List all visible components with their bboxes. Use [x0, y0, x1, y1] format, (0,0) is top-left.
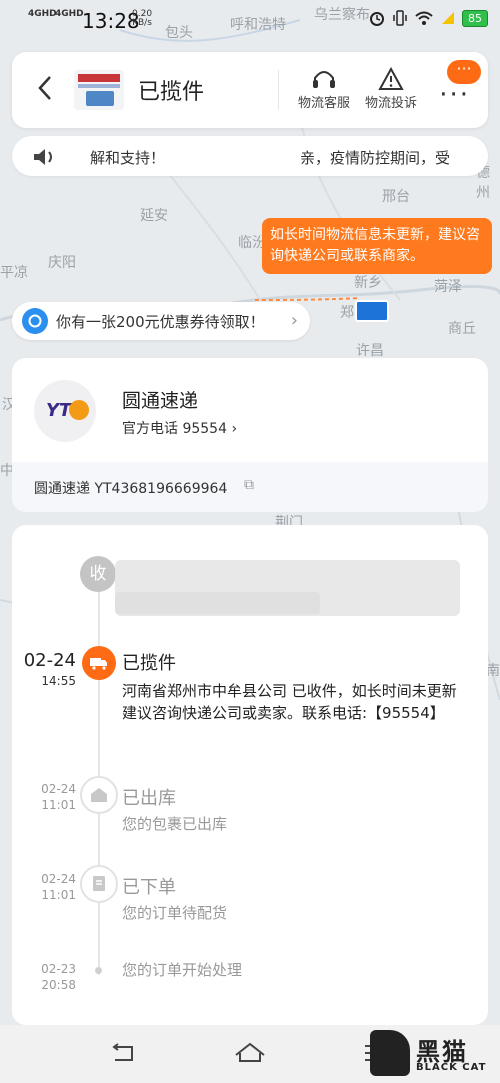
- ordered-node: [80, 865, 118, 903]
- black-cat-logo: [370, 1030, 410, 1076]
- thumbnail-package: [86, 91, 114, 106]
- courier-phone-label: 官方电话 95554: [122, 421, 227, 437]
- watermark-sub: BLACK CAT: [416, 1062, 487, 1073]
- watermark: 黑猫 BLACK CAT: [364, 1030, 492, 1080]
- notice-text-right: 亲，疫情防控期间，受: [300, 149, 451, 167]
- thumbnail-banner: [78, 74, 120, 82]
- document-icon: [93, 876, 105, 891]
- truck-marker: [355, 300, 389, 322]
- map-city-label: 庆阳: [48, 255, 76, 271]
- product-thumbnail[interactable]: [74, 70, 124, 110]
- chat-bubble-icon: [28, 314, 42, 328]
- message-bubble[interactable]: ···: [447, 60, 481, 84]
- courier-logo-mark: [69, 400, 89, 420]
- event-description: 您的订单开始处理: [122, 961, 243, 979]
- courier-name: 圆通速递: [122, 390, 199, 412]
- warehouse-icon: [91, 788, 107, 802]
- home-nav-icon[interactable]: [234, 1041, 266, 1065]
- vibrate-icon: [393, 10, 407, 26]
- event-status: 已下单: [122, 877, 176, 898]
- truck-icon: [90, 658, 107, 670]
- logistics-complaint-button[interactable]: 物流投诉: [365, 66, 417, 111]
- map-city-label: 延安: [140, 208, 168, 224]
- logistics-tooltip: 如长时间物流信息未更新，建议咨询快递公司或联系商家。: [262, 218, 492, 274]
- header-divider: [278, 70, 279, 110]
- status-bar: 4GHD 4GHD 13:28 0.20 KB/s 85: [0, 0, 500, 40]
- thumbnail-stripe: [78, 84, 120, 88]
- collected-node: [82, 646, 116, 680]
- event-date: 02-24: [41, 782, 76, 796]
- map-city-label: 南: [486, 663, 500, 679]
- chevron-right-icon: ›: [290, 310, 298, 331]
- coupon-banner[interactable]: 你有一张200元优惠券待领取！ ›: [12, 302, 310, 340]
- map-city-label: 平凉: [0, 265, 28, 281]
- courier-card: YT 圆通速递 官方电话 95554 › 圆通速递 YT436819666996…: [12, 358, 488, 512]
- event-status: 已揽件: [122, 653, 176, 674]
- map-city-label: 新乡: [354, 275, 382, 291]
- map-city-label: 商丘: [448, 321, 476, 337]
- network-speed: 0.20 KB/s: [132, 10, 152, 28]
- event-time: 11:01: [41, 798, 76, 812]
- status-time: 13:28: [82, 9, 140, 33]
- charging-icon: [442, 12, 454, 24]
- network-indicator: 4GHD: [55, 9, 84, 19]
- outbound-node: [80, 776, 118, 814]
- notice-text-left: 解和支持！: [90, 149, 166, 167]
- status-icons: 85: [368, 9, 488, 27]
- chevron-left-icon: [38, 76, 51, 100]
- copy-icon[interactable]: ⧉: [244, 477, 254, 493]
- wifi-icon: [415, 11, 433, 25]
- map-city-label: 邢台: [382, 189, 410, 205]
- logistics-service-button[interactable]: 物流客服: [298, 66, 350, 111]
- event-time: 14:55: [41, 674, 76, 688]
- logistics-service-label: 物流客服: [298, 96, 351, 111]
- page-title: 已揽件: [138, 80, 205, 105]
- back-button[interactable]: [36, 74, 54, 108]
- back-nav-icon[interactable]: [110, 1041, 138, 1065]
- map-city-label: 许昌: [356, 343, 384, 359]
- event-time: 11:01: [41, 888, 76, 902]
- notice-bar[interactable]: 解和支持！ 亲，疫情防控期间，受: [12, 136, 488, 176]
- network-indicator: 4GHD: [28, 9, 57, 19]
- map-city-label: 郑: [340, 305, 354, 321]
- alarm-icon: [370, 12, 384, 26]
- speaker-icon: [34, 149, 52, 165]
- processing-node: [95, 967, 102, 974]
- event-date: 02-24: [23, 650, 76, 671]
- courier-logo: YT: [34, 380, 96, 442]
- courier-logo-text: YT: [46, 400, 72, 421]
- speed-unit: KB/s: [132, 18, 152, 28]
- chevron-right-icon: ›: [231, 421, 238, 437]
- redacted-address-line: [115, 592, 320, 614]
- map-city-label: 菏泽: [434, 279, 462, 295]
- receive-node: 收: [80, 556, 116, 592]
- courier-phone[interactable]: 官方电话 95554 ›: [122, 418, 237, 438]
- battery-indicator: 85: [462, 9, 488, 27]
- event-time: 20:58: [41, 978, 76, 992]
- event-status: 已出库: [122, 788, 176, 809]
- warning-icon: [378, 67, 404, 90]
- tracking-row: 圆通速递 YT4368196669964 ⧉: [12, 462, 488, 512]
- header-card: 已揽件 物流客服 物流投诉 ···: [12, 52, 488, 128]
- coupon-text: 你有一张200元优惠券待领取！: [56, 313, 265, 331]
- coupon-icon: [22, 308, 48, 334]
- event-date: 02-24: [41, 872, 76, 886]
- event-description: 您的包裹已出库: [122, 815, 228, 833]
- headset-icon: [313, 71, 335, 88]
- logistics-complaint-label: 物流投诉: [365, 96, 418, 111]
- event-date: 02-23: [41, 962, 76, 976]
- event-description: 您的订单待配货: [122, 904, 228, 922]
- tracking-number: 圆通速递 YT4368196669964: [34, 481, 228, 497]
- more-button[interactable]: ···: [439, 80, 470, 110]
- event-description: 河南省郑州市中牟县公司 已收件，如长时间未更新建议咨询快递公司或卖家。联系电话:…: [122, 682, 457, 722]
